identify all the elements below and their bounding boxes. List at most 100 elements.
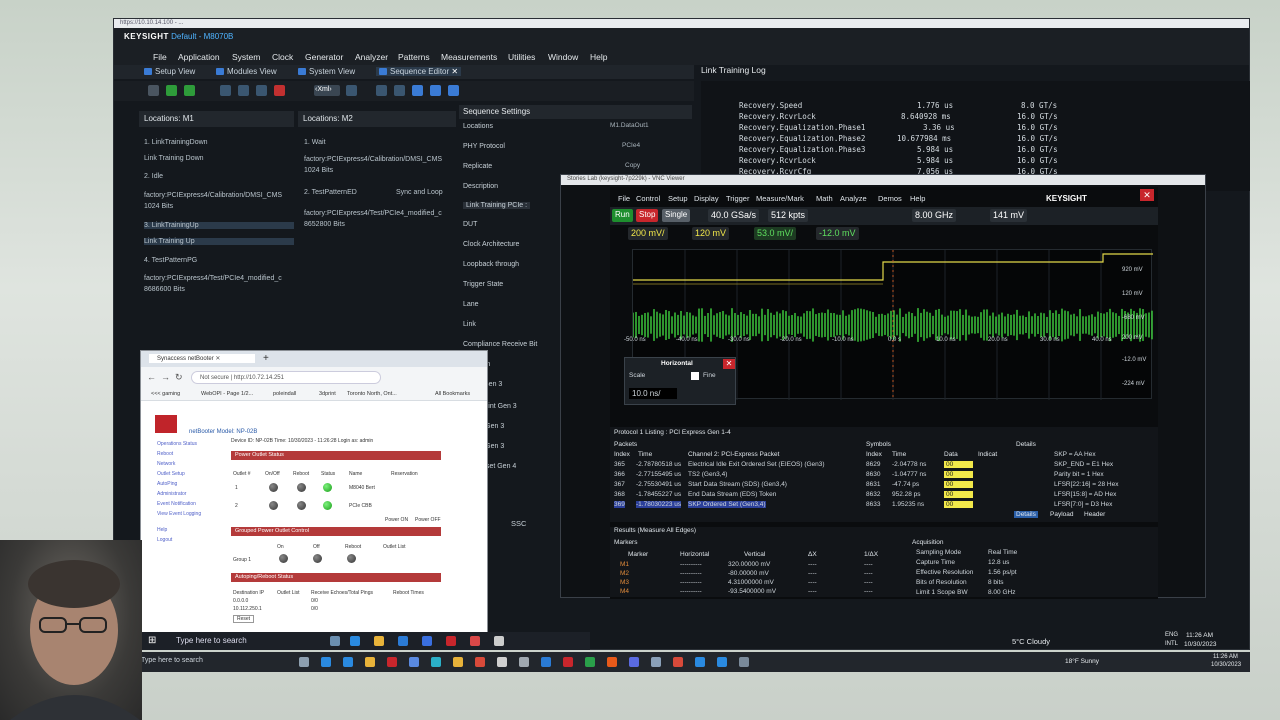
nav-link[interactable]: Operations Status <box>157 441 197 447</box>
scope-menu-math[interactable]: Math <box>816 194 833 203</box>
scope-menu-demos[interactable]: Demos <box>878 194 902 203</box>
folder-icon[interactable] <box>365 657 375 667</box>
stop-icon[interactable] <box>274 85 285 96</box>
app-icon[interactable] <box>717 657 727 667</box>
app-icon[interactable] <box>651 657 661 667</box>
loc-m1-item[interactable]: 3. LinkTrainingUp <box>144 222 294 229</box>
nav-link[interactable]: Reboot <box>157 451 173 457</box>
seq-phy-select[interactable]: PCIe4 <box>622 142 640 149</box>
menu-generator[interactable]: Generator <box>305 52 343 62</box>
edge-icon[interactable] <box>350 636 360 646</box>
app-icon[interactable] <box>585 657 595 667</box>
scope-menu-measure[interactable]: Measure/Mark <box>756 194 804 203</box>
loc-m2-item[interactable]: 1. Wait <box>304 139 326 146</box>
ch2-scale[interactable]: 53.0 mV/ <box>754 227 797 240</box>
sample-rate[interactable]: 40.0 GSa/s <box>708 209 760 222</box>
header-tab[interactable]: Header <box>1084 511 1105 518</box>
clock-rate[interactable]: 8.00 GHz <box>912 209 957 222</box>
tab-sequence-editor[interactable]: Sequence Editor ✕ <box>376 67 462 76</box>
edge-icon[interactable] <box>321 657 331 667</box>
app-icon[interactable] <box>475 657 485 667</box>
app-icon[interactable] <box>299 657 309 667</box>
menu-application[interactable]: Application <box>178 52 220 62</box>
menu-window[interactable]: Window <box>548 52 578 62</box>
nav-link[interactable]: View Event Logging <box>157 511 201 517</box>
tab-setup-view[interactable]: Setup View <box>144 67 195 76</box>
sync-icon[interactable] <box>430 85 441 96</box>
loc-m1-item[interactable]: 1. LinkTrainingDown <box>144 139 208 146</box>
scope-menu-analyze[interactable]: Analyze <box>840 194 867 203</box>
app3-icon[interactable] <box>470 636 480 646</box>
nav-link[interactable]: Help <box>157 527 167 533</box>
reload-icon[interactable]: ↻ <box>175 372 183 383</box>
menu-measurements[interactable]: Measurements <box>441 52 497 62</box>
edit-icon[interactable] <box>346 85 357 96</box>
app-icon[interactable] <box>673 657 683 667</box>
close-icon[interactable]: ✕ <box>451 67 458 76</box>
back-icon[interactable]: ← <box>147 372 156 382</box>
ch2-offset[interactable]: -12.0 mV <box>816 227 859 240</box>
seq-locations-value[interactable]: M1.DataOut1 <box>610 122 649 129</box>
bookmark[interactable]: WebOPI - Page 1/2... <box>201 391 253 397</box>
bookmark[interactable]: 3dprint <box>319 391 336 397</box>
trigger-level[interactable]: 141 mV <box>990 209 1028 222</box>
loc-m1-item[interactable]: 4. TestPatternPG <box>144 257 197 264</box>
horizontal-dialog[interactable]: Horizontal ✕ Scale Fine 10.0 ns/ <box>624 357 736 405</box>
align-icon[interactable] <box>376 85 387 96</box>
run-icon[interactable] <box>448 85 459 96</box>
scope-menu-file[interactable]: File <box>618 194 630 203</box>
group-reboot-button[interactable] <box>347 554 356 563</box>
app-icon[interactable] <box>541 657 551 667</box>
insert-icon[interactable] <box>184 85 195 96</box>
nav-link[interactable]: Outlet Setup <box>157 471 185 477</box>
nav-link[interactable]: Event Notification <box>157 501 196 507</box>
new-tab-icon[interactable]: + <box>263 353 269 364</box>
run-button[interactable]: Run <box>612 209 633 222</box>
list3-icon[interactable] <box>256 85 267 96</box>
details-tab[interactable]: Details <box>1014 511 1038 518</box>
menu-analyzer[interactable]: Analyzer <box>355 52 388 62</box>
align2-icon[interactable] <box>394 85 405 96</box>
scope-menu-display[interactable]: Display <box>694 194 719 203</box>
ch1-offset[interactable]: 120 mV <box>692 227 730 240</box>
menu-clock[interactable]: Clock <box>272 52 293 62</box>
outlet1-onoff-button[interactable] <box>269 483 278 492</box>
app-icon[interactable] <box>431 657 441 667</box>
group-off-button[interactable] <box>313 554 322 563</box>
bookmark[interactable]: poleindall <box>273 391 296 397</box>
tab-system-view[interactable]: System View <box>298 67 355 76</box>
forward-icon[interactable]: → <box>161 372 170 382</box>
windows-start-icon[interactable]: ⊞ <box>148 635 156 646</box>
refresh-icon[interactable] <box>412 85 423 96</box>
scope-menu-control[interactable]: Control <box>636 194 660 203</box>
bookmark[interactable]: Toronto North, Ont... <box>347 391 397 397</box>
nav-link[interactable]: AutoPing <box>157 481 177 487</box>
stop-button[interactable]: Stop <box>636 209 659 222</box>
browser-tab[interactable]: Synaccess netBooter ✕ <box>149 354 255 363</box>
xml-icon[interactable]: ‹Xml› <box>314 85 340 96</box>
nav-link[interactable]: Administrator <box>157 491 186 497</box>
group-on-button[interactable] <box>279 554 288 563</box>
app-icon[interactable] <box>343 657 353 667</box>
reset-button[interactable]: Reset <box>233 615 255 623</box>
nav-link[interactable]: Network <box>157 461 175 467</box>
bookmark[interactable]: <<< gaming <box>151 391 180 397</box>
fine-checkbox[interactable] <box>691 372 699 380</box>
app-icon[interactable] <box>409 657 419 667</box>
app4-icon[interactable] <box>494 636 504 646</box>
bookmark[interactable]: All Bookmarks <box>435 391 470 397</box>
url-input[interactable]: Not secure | http://10.72.14.251 <box>191 371 381 384</box>
list2-icon[interactable] <box>238 85 249 96</box>
ch1-scale[interactable]: 200 mV/ <box>628 227 668 240</box>
app-icon[interactable] <box>387 657 397 667</box>
app-icon[interactable] <box>497 657 507 667</box>
new-icon[interactable] <box>148 85 159 96</box>
menu-system[interactable]: System <box>232 52 260 62</box>
app-icon[interactable] <box>607 657 617 667</box>
app-icon[interactable] <box>453 657 463 667</box>
outlet2-onoff-button[interactable] <box>269 501 278 510</box>
seq-replicate-select[interactable]: Copy <box>625 162 640 169</box>
scope-menu-help[interactable]: Help <box>910 194 925 203</box>
payload-tab[interactable]: Payload <box>1050 511 1074 518</box>
app2-icon[interactable] <box>446 636 456 646</box>
